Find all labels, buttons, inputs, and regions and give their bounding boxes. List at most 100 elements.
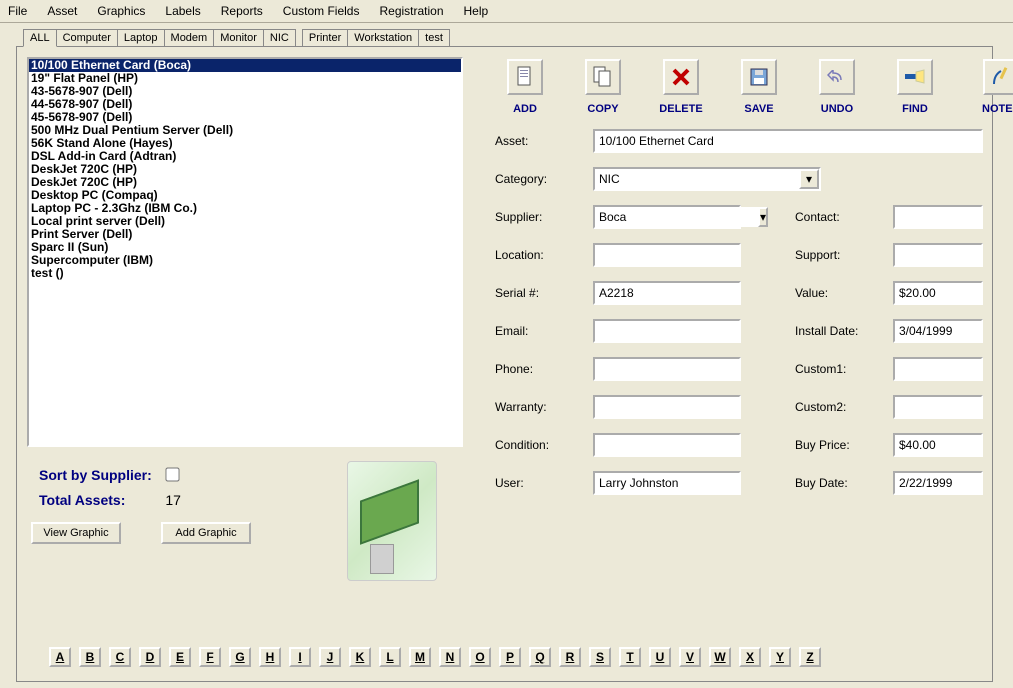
list-item[interactable]: Supercomputer (IBM)	[29, 254, 461, 267]
category-field[interactable]	[595, 169, 799, 189]
menu-help[interactable]: Help	[460, 2, 493, 20]
tab-test[interactable]: test	[418, 29, 450, 46]
alpha-button[interactable]: H	[259, 647, 281, 667]
buy-date-field[interactable]	[893, 471, 983, 495]
alpha-button[interactable]: Q	[529, 647, 551, 667]
alpha-button[interactable]: T	[619, 647, 641, 667]
menu-graphics[interactable]: Graphics	[93, 2, 149, 20]
alpha-button[interactable]: A	[49, 647, 71, 667]
tab-nic[interactable]: NIC	[263, 29, 296, 46]
alpha-button[interactable]: U	[649, 647, 671, 667]
custom2-label: Custom2:	[795, 400, 871, 414]
alpha-button[interactable]: Z	[799, 647, 821, 667]
alpha-button[interactable]: P	[499, 647, 521, 667]
tab-modem[interactable]: Modem	[164, 29, 215, 46]
notes-button[interactable]	[983, 59, 1013, 95]
serial-label: Serial #:	[495, 286, 571, 300]
undo-label: UNDO	[821, 103, 853, 115]
chevron-down-icon: ▾	[760, 210, 766, 224]
notes-label: NOTES	[982, 103, 1013, 115]
view-graphic-button[interactable]: View Graphic	[31, 522, 121, 544]
add-button[interactable]	[507, 59, 543, 95]
find-button[interactable]	[897, 59, 933, 95]
value-field[interactable]	[893, 281, 983, 305]
support-field[interactable]	[893, 243, 983, 267]
delete-button[interactable]	[663, 59, 699, 95]
buy-price-field[interactable]	[893, 433, 983, 457]
category-dropdown-button[interactable]: ▾	[799, 169, 819, 189]
alpha-button[interactable]: B	[79, 647, 101, 667]
custom1-field[interactable]	[893, 357, 983, 381]
alpha-button[interactable]: R	[559, 647, 581, 667]
alpha-button[interactable]: E	[169, 647, 191, 667]
supplier-field[interactable]	[595, 207, 758, 227]
alpha-button[interactable]: L	[379, 647, 401, 667]
menu-asset[interactable]: Asset	[43, 2, 81, 20]
alpha-button[interactable]: W	[709, 647, 731, 667]
install-date-field[interactable]	[893, 319, 983, 343]
undo-button[interactable]	[819, 59, 855, 95]
supplier-dropdown-button[interactable]: ▾	[758, 207, 768, 227]
alpha-button[interactable]: O	[469, 647, 491, 667]
asset-graphic-thumbnail[interactable]	[347, 461, 437, 581]
category-label: Category:	[495, 172, 571, 186]
save-label: SAVE	[744, 103, 773, 115]
email-label: Email:	[495, 324, 571, 338]
tab-monitor[interactable]: Monitor	[213, 29, 264, 46]
alpha-button[interactable]: N	[439, 647, 461, 667]
support-label: Support:	[795, 248, 871, 262]
serial-field[interactable]	[593, 281, 741, 305]
location-label: Location:	[495, 248, 571, 262]
custom2-field[interactable]	[893, 395, 983, 419]
buy-date-label: Buy Date:	[795, 476, 871, 490]
tab-printer[interactable]: Printer	[302, 29, 348, 46]
contact-field[interactable]	[893, 205, 983, 229]
alpha-button[interactable]: M	[409, 647, 431, 667]
asset-field[interactable]	[593, 129, 983, 153]
menu-file[interactable]: File	[4, 2, 31, 20]
alpha-button[interactable]: S	[589, 647, 611, 667]
copy-button[interactable]	[585, 59, 621, 95]
alpha-button[interactable]: Y	[769, 647, 791, 667]
tab-laptop[interactable]: Laptop	[117, 29, 165, 46]
phone-field[interactable]	[593, 357, 741, 381]
menu-custom-fields[interactable]: Custom Fields	[279, 2, 364, 20]
condition-field[interactable]	[593, 433, 741, 457]
custom1-label: Custom1:	[795, 362, 871, 376]
alpha-button[interactable]: D	[139, 647, 161, 667]
alpha-button[interactable]: V	[679, 647, 701, 667]
email-field[interactable]	[593, 319, 741, 343]
alpha-button[interactable]: G	[229, 647, 251, 667]
user-field[interactable]	[593, 471, 741, 495]
list-item[interactable]: test ()	[29, 267, 461, 280]
menu-reports[interactable]: Reports	[217, 2, 267, 20]
chevron-down-icon: ▾	[806, 172, 812, 186]
alpha-button[interactable]: I	[289, 647, 311, 667]
menu-labels[interactable]: Labels	[161, 2, 204, 20]
category-combo[interactable]: ▾	[593, 167, 821, 191]
tab-all[interactable]: ALL	[23, 29, 57, 47]
add-graphic-button[interactable]: Add Graphic	[161, 522, 251, 544]
tab-workstation[interactable]: Workstation	[347, 29, 419, 46]
alpha-button[interactable]: K	[349, 647, 371, 667]
alpha-index: A B C D E F G H I J K L M N O P Q R S T …	[49, 647, 821, 667]
sort-by-supplier-label: Sort by Supplier:	[39, 467, 152, 483]
sort-by-supplier-checkbox[interactable]	[165, 467, 179, 481]
save-button[interactable]	[741, 59, 777, 95]
alpha-button[interactable]: J	[319, 647, 341, 667]
alpha-button[interactable]: C	[109, 647, 131, 667]
location-field[interactable]	[593, 243, 741, 267]
menu-registration[interactable]: Registration	[375, 2, 447, 20]
toolbar: ADD COPY	[499, 59, 1013, 115]
delete-label: DELETE	[659, 103, 702, 115]
tab-computer[interactable]: Computer	[56, 29, 118, 46]
user-label: User:	[495, 476, 571, 490]
total-assets-value: 17	[165, 492, 181, 508]
warranty-field[interactable]	[593, 395, 741, 419]
supplier-combo[interactable]: ▾	[593, 205, 741, 229]
asset-listbox[interactable]: 10/100 Ethernet Card (Boca) 19" Flat Pan…	[27, 57, 463, 447]
alpha-button[interactable]: F	[199, 647, 221, 667]
find-label: FIND	[902, 103, 928, 115]
contact-label: Contact:	[795, 210, 871, 224]
alpha-button[interactable]: X	[739, 647, 761, 667]
